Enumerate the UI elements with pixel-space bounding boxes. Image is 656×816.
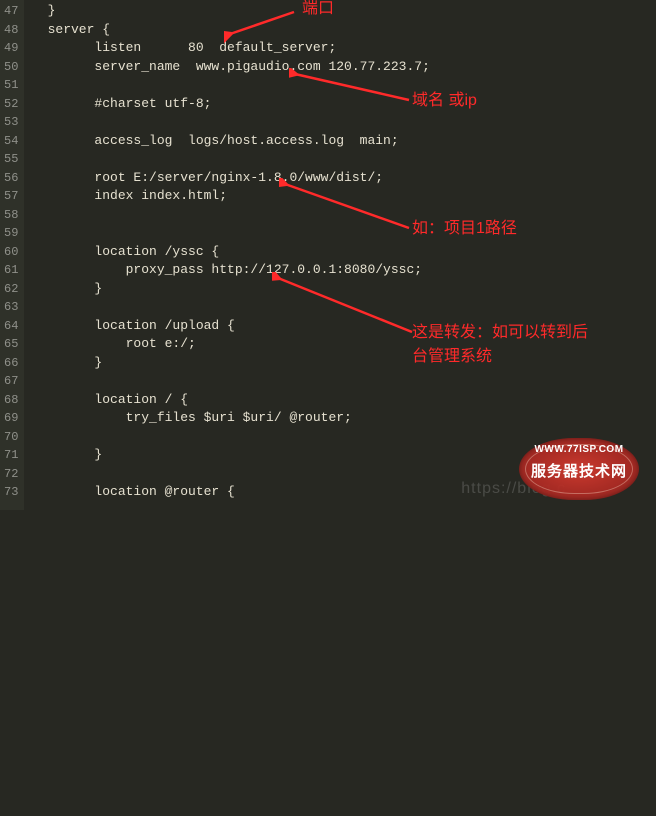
line-number: 73	[4, 483, 18, 502]
code-line[interactable]: }	[32, 354, 656, 373]
code-area[interactable]: } server { listen 80 default_server; ser…	[24, 0, 656, 510]
line-number: 66	[4, 354, 18, 373]
line-number: 68	[4, 391, 18, 410]
watermark-url: https://blog.c	[461, 480, 566, 498]
line-number: 60	[4, 243, 18, 262]
code-line[interactable]	[32, 428, 656, 447]
line-number: 65	[4, 335, 18, 354]
code-line[interactable]: server {	[32, 21, 656, 40]
line-number: 61	[4, 261, 18, 280]
code-line[interactable]: try_files $uri $uri/ @router;	[32, 409, 656, 428]
code-editor[interactable]: 4748495051525354555657585960616263646566…	[0, 0, 656, 510]
line-number: 72	[4, 465, 18, 484]
code-line[interactable]: }	[32, 280, 656, 299]
code-line[interactable]: root e:/;	[32, 335, 656, 354]
code-line[interactable]	[32, 113, 656, 132]
code-line[interactable]: #charset utf-8;	[32, 95, 656, 114]
code-line[interactable]: server_name www.pigaudio.com 120.77.223.…	[32, 58, 656, 77]
code-line[interactable]: index index.html;	[32, 187, 656, 206]
line-number: 62	[4, 280, 18, 299]
code-line[interactable]	[32, 76, 656, 95]
code-line[interactable]: }	[32, 446, 656, 465]
line-number: 54	[4, 132, 18, 151]
line-number: 64	[4, 317, 18, 336]
line-number: 58	[4, 206, 18, 225]
line-number-gutter: 4748495051525354555657585960616263646566…	[0, 0, 24, 510]
line-number: 57	[4, 187, 18, 206]
line-number: 63	[4, 298, 18, 317]
code-line[interactable]	[32, 150, 656, 169]
line-number: 49	[4, 39, 18, 58]
line-number: 47	[4, 2, 18, 21]
code-line[interactable]: access_log logs/host.access.log main;	[32, 132, 656, 151]
line-number: 50	[4, 58, 18, 77]
line-number: 69	[4, 409, 18, 428]
code-line[interactable]	[32, 206, 656, 225]
line-number: 55	[4, 150, 18, 169]
line-number: 67	[4, 372, 18, 391]
code-line[interactable]	[32, 372, 656, 391]
code-line[interactable]	[32, 224, 656, 243]
line-number: 52	[4, 95, 18, 114]
line-number: 53	[4, 113, 18, 132]
code-line[interactable]: location / {	[32, 391, 656, 410]
code-line[interactable]: }	[32, 2, 656, 21]
code-line[interactable]: location /yssc {	[32, 243, 656, 262]
line-number: 59	[4, 224, 18, 243]
code-line[interactable]: proxy_pass http://127.0.0.1:8080/yssc;	[32, 261, 656, 280]
line-number: 51	[4, 76, 18, 95]
line-number: 70	[4, 428, 18, 447]
code-line[interactable]: listen 80 default_server;	[32, 39, 656, 58]
line-number: 71	[4, 446, 18, 465]
line-number: 48	[4, 21, 18, 40]
code-line[interactable]: location /upload {	[32, 317, 656, 336]
code-line[interactable]	[32, 298, 656, 317]
line-number: 56	[4, 169, 18, 188]
code-line[interactable]: root E:/server/nginx-1.8.0/www/dist/;	[32, 169, 656, 188]
